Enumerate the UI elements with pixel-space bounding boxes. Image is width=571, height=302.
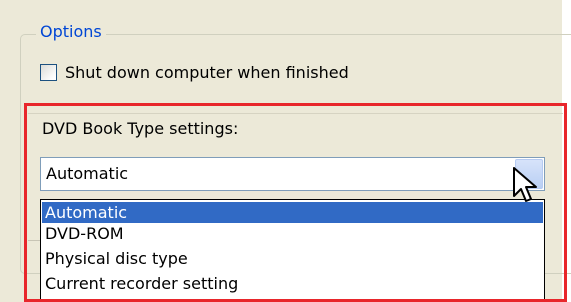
shutdown-checkbox-row[interactable]: Shut down computer when finished [40, 60, 349, 84]
highlight-box [24, 103, 567, 302]
shutdown-checkbox-label[interactable]: Shut down computer when finished [65, 63, 349, 82]
shutdown-checkbox[interactable] [40, 63, 57, 81]
options-legend: Options [36, 20, 106, 44]
screenshot: Options Shut down computer when finished… [0, 0, 571, 302]
